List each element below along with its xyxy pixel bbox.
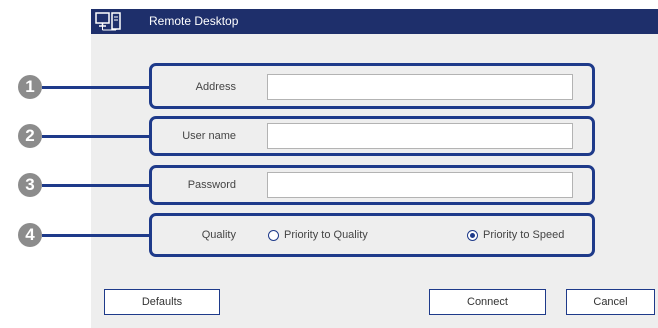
quality-option-label: Priority to Quality xyxy=(284,229,368,241)
callout-2: 2 xyxy=(18,124,42,148)
password-input[interactable] xyxy=(267,172,573,198)
address-label: Address xyxy=(195,81,236,93)
callout-4: 4 xyxy=(18,223,42,247)
defaults-button[interactable]: Defaults xyxy=(104,289,220,315)
quality-label: Quality xyxy=(201,229,236,241)
username-label: User name xyxy=(182,130,236,142)
callout-3: 3 xyxy=(18,173,42,197)
address-input[interactable] xyxy=(267,74,573,100)
title-bar: Remote Desktop xyxy=(91,9,658,34)
radio-button-unchecked[interactable] xyxy=(268,229,279,241)
window-title: Remote Desktop xyxy=(149,14,239,28)
connect-button[interactable]: Connect xyxy=(429,289,546,315)
password-label: Password xyxy=(187,179,236,191)
quality-option-priority-quality[interactable]: Priority to Quality xyxy=(268,227,368,243)
quality-option-priority-speed[interactable]: Priority to Speed xyxy=(467,227,564,243)
callout-1: 1 xyxy=(18,75,42,99)
cancel-button[interactable]: Cancel xyxy=(566,289,655,315)
leader-line-3 xyxy=(42,184,152,187)
leader-line-1 xyxy=(42,86,152,89)
radio-button-checked[interactable] xyxy=(467,229,478,241)
username-input[interactable] xyxy=(267,123,573,149)
leader-line-2 xyxy=(42,135,152,138)
monitor-network-icon xyxy=(95,12,131,32)
leader-line-4 xyxy=(42,234,152,237)
quality-option-label: Priority to Speed xyxy=(483,229,565,241)
